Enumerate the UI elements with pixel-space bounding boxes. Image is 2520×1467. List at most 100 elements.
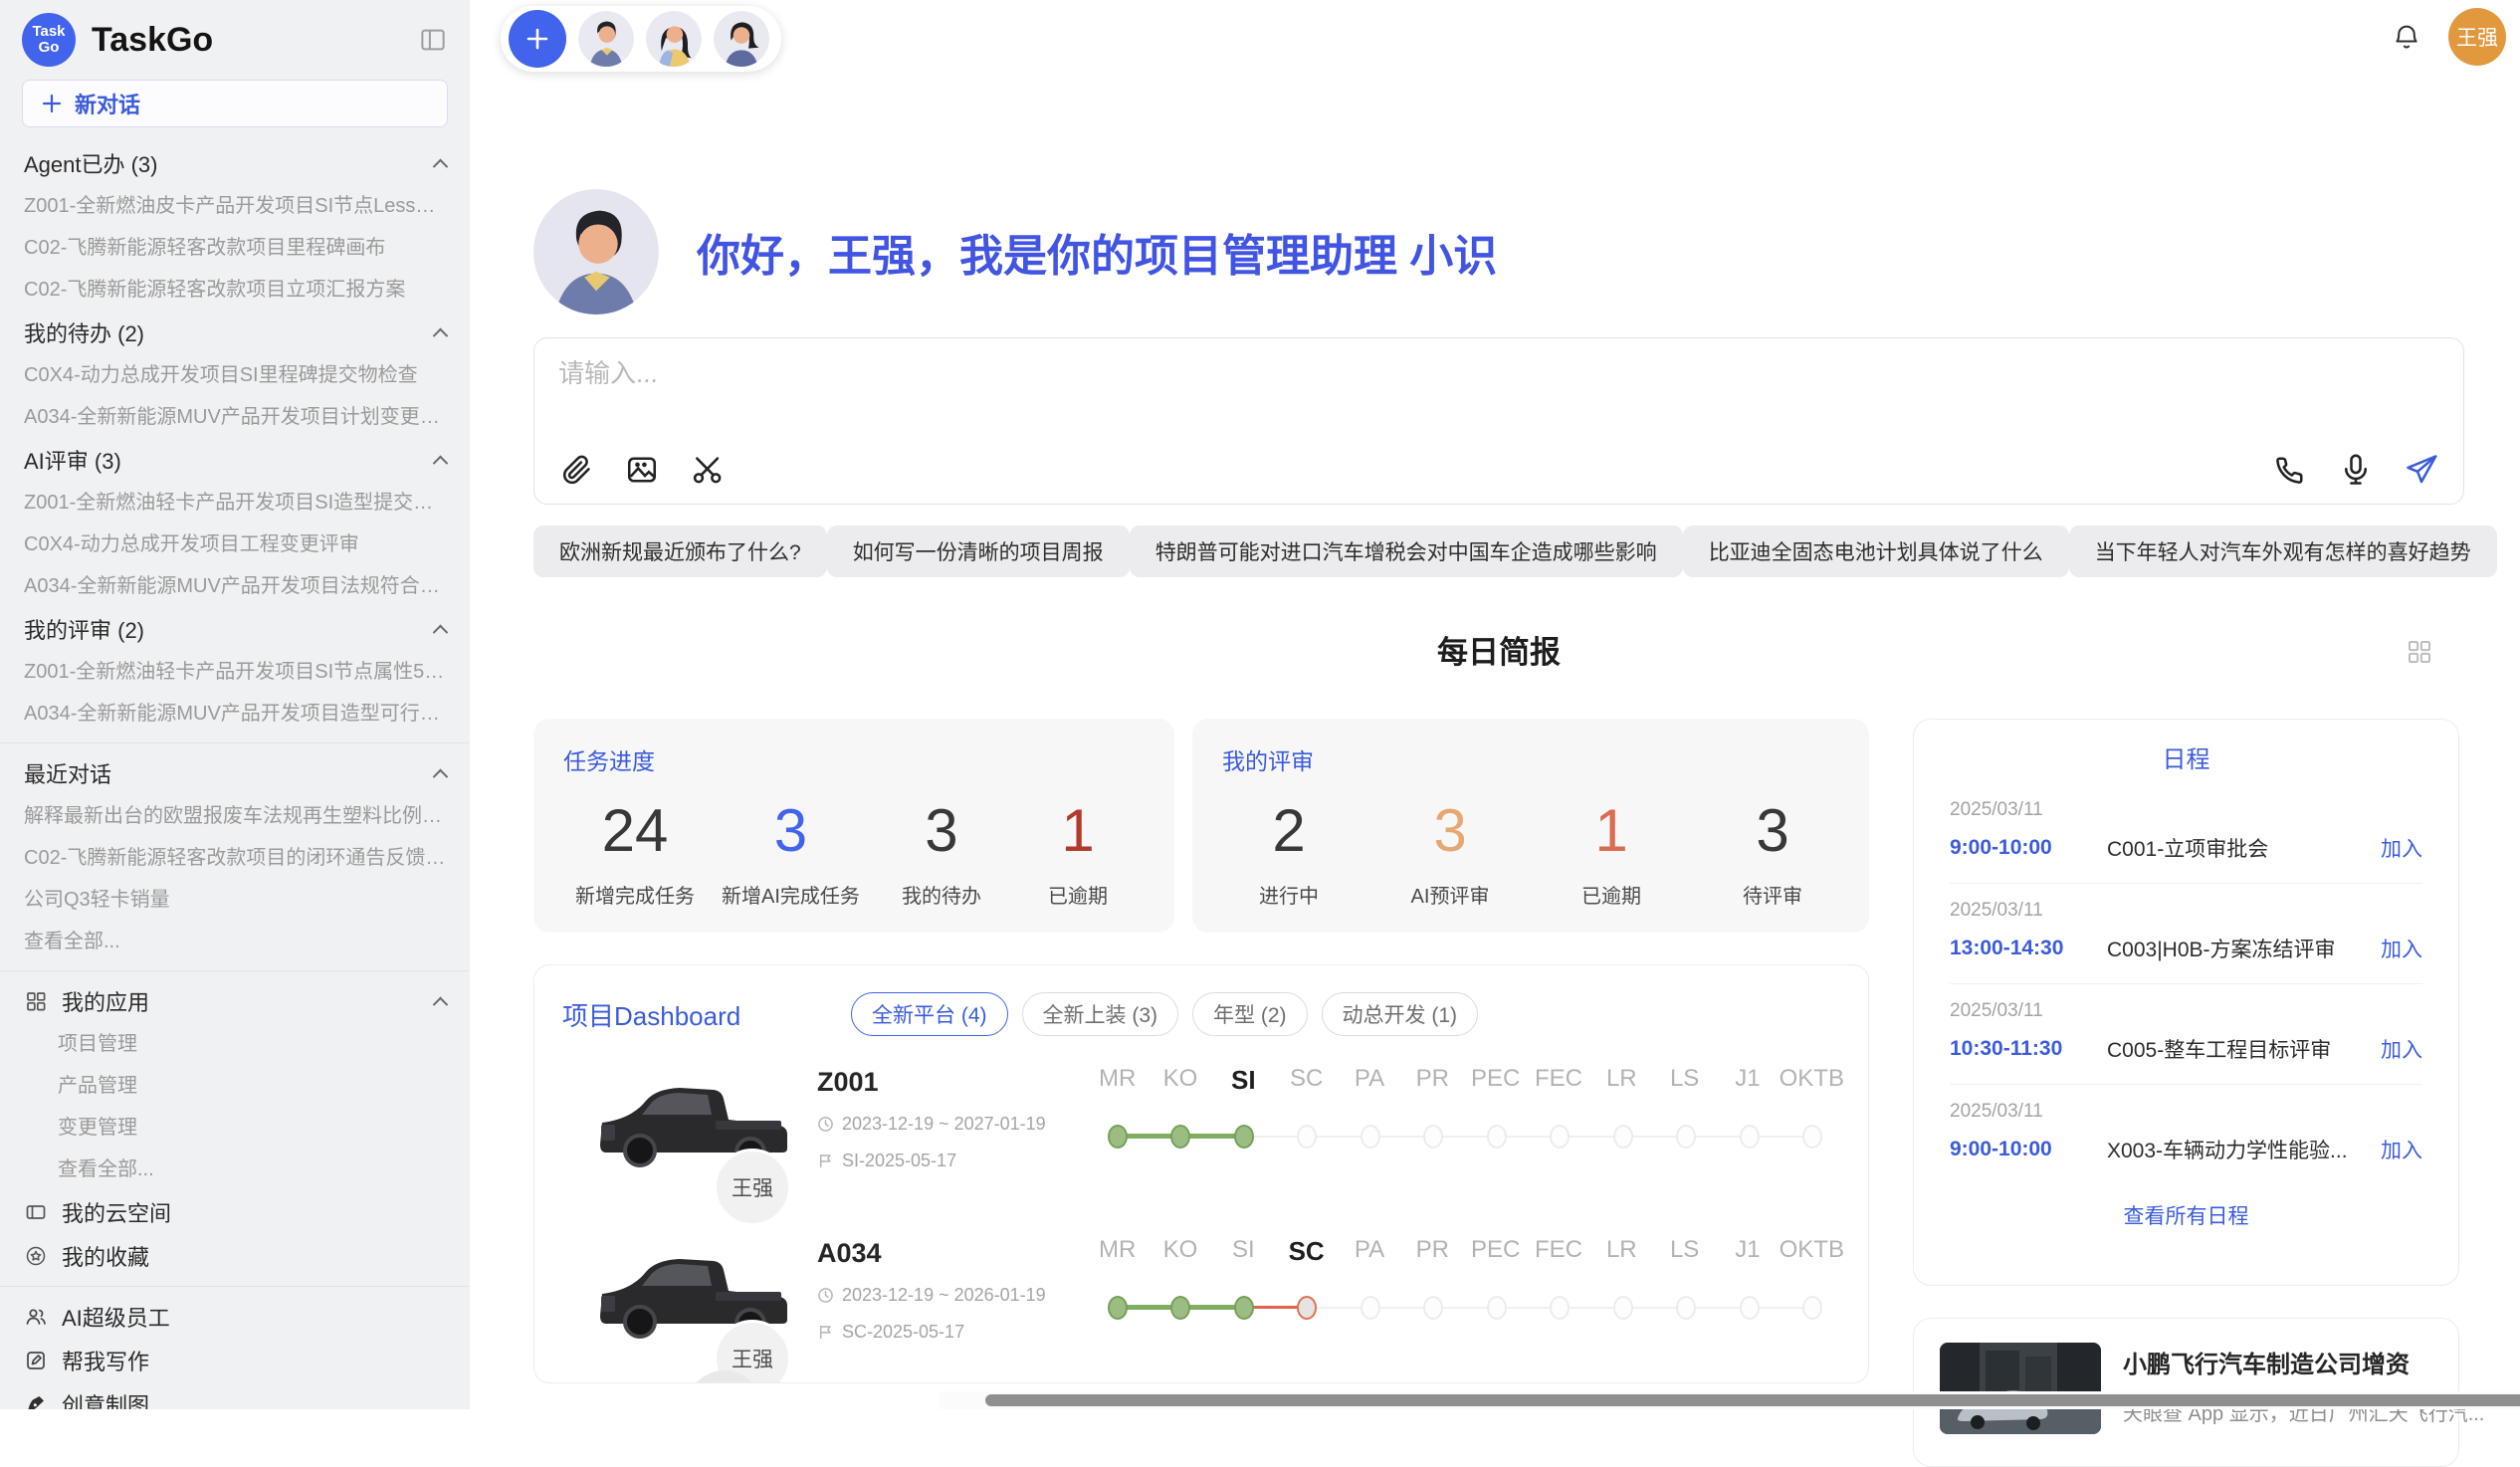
image-icon[interactable] [624,452,660,488]
project-dashboard-card: 项目Dashboard 全新平台 (4)全新上装 (3)年型 (2)动总开发 (… [533,964,1869,1383]
milestone-dot[interactable] [1297,1125,1317,1149]
sidebar-task-item[interactable]: C02-飞腾新能源轻客改款项目里程碑画布 [0,227,470,269]
milestone-track [1086,1118,1844,1157]
layout-grid-icon[interactable] [2405,637,2434,667]
suggestion-chip[interactable]: 当下年轻人对汽车外观有怎样的喜好趋势 [2069,525,2497,577]
recent-conversation-item[interactable]: 公司Q3轻卡销量 [0,879,470,921]
view-all-schedule-link[interactable]: 查看所有日程 [1950,1200,2422,1230]
user-avatar[interactable]: 王强 [2448,8,2506,66]
dashboard-tab[interactable]: 动总开发 (1) [1322,992,1479,1036]
recent-conversation-item[interactable]: 解释最新出台的欧盟报废车法规再生塑料比例被调至15%... [0,795,470,837]
horizontal-scrollbar[interactable] [940,1391,2520,1409]
project-row[interactable]: 王强A0342023-12-19 ~ 2026-01-19SC-2025-05-… [562,1224,1840,1383]
new-chat-button[interactable]: 新对话 [22,80,448,127]
microphone-icon[interactable] [2338,452,2374,488]
sidebar-cloud-space[interactable]: 我的云空间 [0,1190,470,1234]
dashboard-tab[interactable]: 全新平台 (4) [851,992,1008,1036]
sidebar-task-item[interactable]: Z001-全新燃油轻卡产品开发项目SI造型提交物评审 [0,482,470,524]
milestone-dot[interactable] [1740,1125,1760,1149]
project-row[interactable]: 王强Z0012023-12-19 ~ 2027-01-19SI-2025-05-… [562,1053,1840,1224]
recent-conversation-item[interactable]: C02-飞腾新能源轻客改款项目的闭环通告反馈情况 [0,837,470,879]
sidebar-task-item[interactable]: C0X4-动力总成开发项目SI里程碑提交物检查 [0,354,470,396]
milestone-dot[interactable] [1170,1125,1190,1149]
sidebar-tool-people-icon[interactable]: AI超级员工 [0,1295,470,1339]
sidebar-tool-write-icon[interactable]: 帮我写作 [0,1339,470,1382]
sidebar-section-header[interactable]: Agent已办 (3) [0,141,470,185]
sidebar-task-item[interactable]: Z001-全新燃油皮卡产品开发项目SI节点Lesson Learn报告 [0,185,470,227]
sidebar-collapse-icon[interactable] [418,25,448,55]
scrollbar-thumb[interactable] [985,1394,2520,1406]
sidebar-app-item[interactable]: 产品管理 [0,1065,470,1107]
sidebar-tool-pen-icon[interactable]: 创意制图 [0,1382,470,1409]
suggestion-chip[interactable]: 特朗普可能对进口汽车增税会对中国车企造成哪些影响 [1130,525,1683,577]
milestone-dot[interactable] [1108,1296,1128,1320]
milestone-dot[interactable] [1170,1296,1190,1320]
sidebar-task-item[interactable]: C0X4-动力总成开发项目工程变更评审 [0,524,470,565]
milestone-dot[interactable] [1740,1296,1760,1320]
avatar[interactable] [714,11,769,67]
dashboard-tab[interactable]: 全新上装 (3) [1022,992,1179,1036]
sidebar-section-header[interactable]: AI评审 (3) [0,438,470,482]
row-label: AI超级员工 [62,1301,446,1333]
sidebar-task-item[interactable]: A034-全新新能源MUV产品开发项目造型可行性评审 [0,693,470,734]
milestone-dot[interactable] [1550,1296,1570,1320]
sidebar-task-item[interactable]: Z001-全新燃油轻卡产品开发项目SI节点属性5D文件评审 [0,651,470,693]
join-meeting-link[interactable]: 加入 [2381,934,2422,963]
message-input[interactable] [558,358,2439,389]
milestone-dot[interactable] [1676,1296,1696,1320]
join-meeting-link[interactable]: 加入 [2381,1034,2422,1064]
scissors-icon[interactable] [690,452,726,488]
avatar[interactable] [646,11,702,67]
milestone-dot[interactable] [1423,1296,1443,1320]
date-range: 2023-12-19 ~ 2026-01-19 [842,1285,1046,1306]
milestone-dot[interactable] [1108,1125,1128,1149]
stat-value: 1 [1557,788,1666,874]
suggestion-chip[interactable]: 比亚迪全固态电池计划具体说了什么 [1683,525,2069,577]
suggestion-chip[interactable]: 欧洲新规最近颁布了什么? [533,525,827,577]
milestone-dot[interactable] [1487,1125,1507,1149]
sidebar-app-item[interactable]: 查看全部... [0,1149,470,1190]
milestone-label: SI [1212,1236,1275,1267]
assistant-avatar [533,189,659,314]
milestone-dot[interactable] [1802,1296,1822,1320]
view-all-conversations-link[interactable]: 查看全部... [0,921,470,962]
sidebar-recent-header[interactable]: 最近对话 [0,751,470,795]
send-icon[interactable] [2404,452,2439,488]
dashboard-tab[interactable]: 年型 (2) [1192,992,1308,1036]
attachment-icon[interactable] [558,452,594,488]
schedule-date: 2025/03/11 [1950,1000,2422,1022]
schedule-date: 2025/03/11 [1950,900,2422,922]
sidebar-app-item[interactable]: 变更管理 [0,1107,470,1149]
suggestion-chip[interactable]: 如何写一份清晰的项目周报 [827,525,1130,577]
sidebar-task-item[interactable]: C02-飞腾新能源轻客改款项目立项汇报方案 [0,269,470,311]
milestone-dot[interactable] [1423,1125,1443,1149]
sidebar-favorites[interactable]: 我的收藏 [0,1234,470,1278]
milestone-dot[interactable] [1676,1125,1696,1149]
notification-bell-icon[interactable] [2391,21,2422,53]
milestone-dot[interactable] [1297,1296,1317,1320]
avatar[interactable] [578,11,634,67]
milestone-dot[interactable] [1487,1296,1507,1320]
milestone-dot[interactable] [1361,1125,1380,1149]
milestone-dot[interactable] [1613,1125,1633,1149]
dashboard-tabs: 全新平台 (4) 全新上装 (3) 年型 (2) 动总开发 (1) [851,992,1478,1036]
sidebar-my-apps[interactable]: 我的应用 [0,979,470,1023]
milestone-dot[interactable] [1361,1296,1380,1320]
milestone-dot[interactable] [1802,1125,1822,1149]
phone-call-icon[interactable] [2272,452,2308,488]
milestone-dot[interactable] [1613,1296,1633,1320]
milestone-label: LR [1590,1236,1653,1267]
milestone-label: FEC [1527,1065,1589,1096]
milestone-dot[interactable] [1234,1296,1254,1320]
sidebar-app-item[interactable]: 项目管理 [0,1023,470,1065]
sidebar-task-item[interactable]: A034-全新新能源MUV产品开发项目计划变更表编写 [0,396,470,438]
sidebar-section-header[interactable]: 我的待办 (2) [0,311,470,354]
milestone-dot[interactable] [1234,1125,1254,1149]
milestone-dot[interactable] [1550,1125,1570,1149]
sidebar-scroll[interactable]: Agent已办 (3)Z001-全新燃油皮卡产品开发项目SI节点Lesson L… [0,141,470,1409]
sidebar-section-header[interactable]: 我的评审 (2) [0,607,470,651]
join-meeting-link[interactable]: 加入 [2381,833,2422,863]
add-agent-button[interactable] [509,10,566,68]
join-meeting-link[interactable]: 加入 [2381,1135,2422,1164]
sidebar-task-item[interactable]: A034-全新新能源MUV产品开发项目法规符合性评审 [0,565,470,607]
